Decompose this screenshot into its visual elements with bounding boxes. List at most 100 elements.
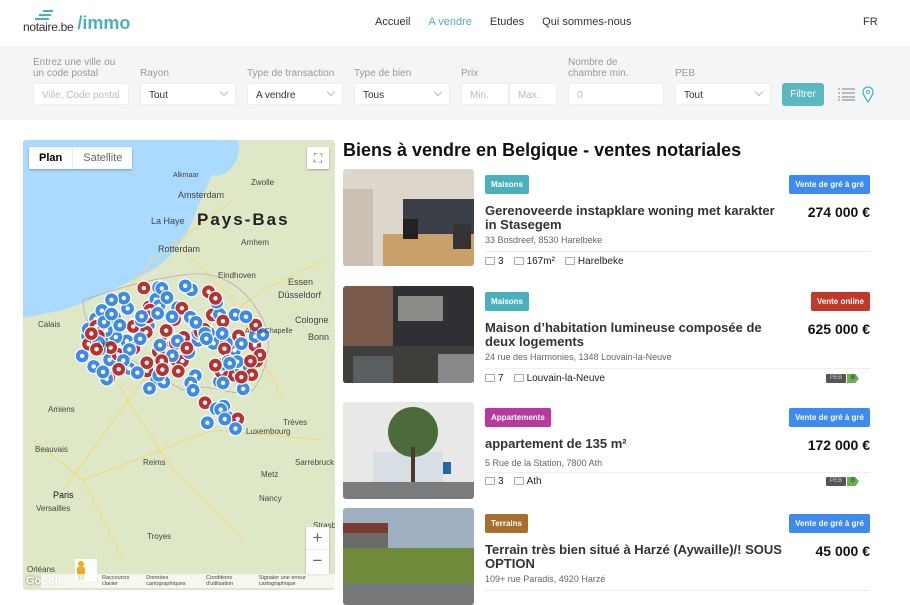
house-icon	[564, 257, 575, 266]
main-nav: Accueil A vendre Etudes Qui sommes-nous	[375, 16, 631, 28]
language-selector[interactable]: FR	[863, 16, 878, 28]
chambres-input[interactable]: 0	[568, 83, 664, 105]
marker-dot	[121, 358, 126, 363]
peb-label: PEB	[675, 68, 696, 79]
listing-price: 45 000 €	[815, 543, 871, 559]
rayon-select[interactable]: Tout	[140, 83, 236, 105]
bien-select[interactable]: Tous	[354, 83, 450, 105]
marker-dot	[100, 369, 106, 375]
map-label: Trèves	[283, 418, 308, 427]
nav-qui-sommes-nous[interactable]: Qui sommes-nous	[542, 16, 631, 28]
terms-link[interactable]: Conditions d'utilisation	[206, 575, 253, 587]
transaction-value: A vendre	[256, 90, 296, 101]
map-label: Düsseldorf	[278, 290, 322, 300]
map-label: Nancy	[259, 494, 282, 503]
map[interactable]: Alkmaar Zwolle Amsterdam La Haye Pays-Ba…	[23, 140, 335, 590]
zoom-out-button[interactable]: −	[306, 550, 329, 573]
chevron-down-icon	[754, 87, 764, 97]
listing-card[interactable]: Maisons Vente de gré à gré Gerenoveerde …	[343, 169, 870, 267]
filter-button[interactable]: Filtrer	[782, 83, 824, 106]
marker-dot	[117, 323, 122, 328]
nav-etudes[interactable]: Etudes	[490, 16, 524, 28]
marker-dot	[248, 358, 253, 364]
peb-class: B	[847, 477, 859, 486]
city-input[interactable]: Ville, Code postal	[33, 83, 129, 105]
marker-dot	[160, 367, 165, 372]
logo-stairs-icon	[35, 10, 55, 20]
map-label: Versailles	[36, 504, 71, 513]
marker-dot	[99, 308, 105, 313]
bien-value: Tous	[363, 90, 385, 101]
marker-dot	[241, 386, 246, 392]
marker-dot	[204, 336, 209, 341]
map-label: Calais	[38, 320, 61, 329]
chambres-label: Nombre de chambre min.	[568, 57, 629, 79]
listing-photo[interactable]	[343, 286, 474, 383]
map-label: Lille	[98, 340, 113, 349]
listing-card[interactable]: Terrains Vente de gré à gré Terrain très…	[343, 508, 871, 605]
marker-dot	[239, 341, 244, 346]
marker-dot	[113, 334, 119, 340]
divider	[485, 590, 870, 591]
marker-dot	[249, 372, 254, 377]
listing-features: 3 Ath	[485, 476, 542, 487]
map-pin-icon[interactable]	[862, 86, 874, 103]
marker-dot	[131, 324, 136, 329]
bien-label: Type de bien	[354, 68, 412, 79]
listing-price: 625 000 €	[807, 321, 870, 337]
bed-icon	[485, 257, 495, 266]
listing-photo[interactable]	[343, 402, 474, 499]
listing-card[interactable]: Maisons Vente online Maison d’habitation…	[343, 286, 870, 384]
map-label: Alkmaar	[173, 172, 199, 179]
marker-dot	[179, 305, 185, 311]
bed-icon	[485, 477, 495, 486]
peb-select[interactable]: Tout	[675, 83, 771, 105]
city: Ath	[526, 476, 542, 487]
marker-dot	[180, 358, 185, 364]
prix-min-input[interactable]: Min.	[461, 83, 509, 105]
map-type-satellite[interactable]: Satellite	[72, 147, 132, 169]
listing-card[interactable]: Appartements Vente de gré à gré appartem…	[343, 402, 870, 499]
marker-dot	[170, 353, 175, 358]
listing-photo[interactable]	[343, 508, 474, 605]
keyboard-shortcuts-link[interactable]: Raccourcis clavier	[102, 575, 140, 587]
sale-type-badge: Vente de gré à gré	[789, 514, 870, 533]
list-icon[interactable]	[838, 87, 856, 101]
listing-photo[interactable]	[343, 169, 474, 266]
marker-dot	[109, 297, 114, 302]
nav-a-vendre[interactable]: A vendre	[428, 16, 471, 28]
marker-dot	[220, 318, 226, 324]
marker-dot	[101, 319, 107, 325]
logo[interactable]: notaire.be /immo	[23, 10, 130, 34]
marker-dot	[89, 331, 94, 336]
map-label: Orléans	[27, 565, 56, 574]
listing-title[interactable]: appartement de 135 m²	[485, 437, 785, 451]
marker-dot	[155, 311, 160, 316]
fullscreen-icon[interactable]: ⛶	[307, 147, 329, 169]
map-label: Essen	[288, 277, 314, 287]
map-attribution: Raccourcis clavier Données cartographiqu…	[41, 574, 335, 588]
marker-dot	[222, 346, 227, 351]
marker-dot	[157, 342, 163, 348]
marker-dot	[147, 386, 152, 391]
listing-address: 109+ rue Paradis, 4920 Harzé	[485, 574, 606, 584]
transaction-select[interactable]: A vendre	[247, 83, 343, 105]
listing-title[interactable]: Gerenoveerde instapklare woning met kara…	[485, 204, 785, 232]
city: Harelbeke	[577, 256, 624, 267]
zoom-in-button[interactable]: +	[306, 527, 329, 550]
divider	[485, 472, 870, 473]
map-label: Eindhoven	[218, 271, 256, 280]
listing-title[interactable]: Terrain très bien situé à Harzé (Aywaill…	[485, 543, 785, 571]
map-label-country: Pays-Bas	[197, 210, 290, 229]
listing-address: 33 Bosdreef, 8530 Harelbeke	[485, 235, 603, 245]
map-type-plan[interactable]: Plan	[29, 147, 72, 169]
report-error-link[interactable]: Signaler une erreur cartographique	[259, 575, 332, 587]
rayon-label: Rayon	[140, 68, 169, 79]
nav-accueil[interactable]: Accueil	[375, 16, 410, 28]
listing-title[interactable]: Maison d’habitation lumineuse composée d…	[485, 321, 785, 349]
map-label: Bonn	[308, 332, 330, 342]
rayon-value: Tout	[149, 90, 168, 101]
listing-features: 3 167m² Harelbeke	[485, 256, 624, 267]
prix-max-input[interactable]: Max.	[509, 83, 557, 105]
map-data-link[interactable]: Données cartographiques	[146, 575, 200, 587]
